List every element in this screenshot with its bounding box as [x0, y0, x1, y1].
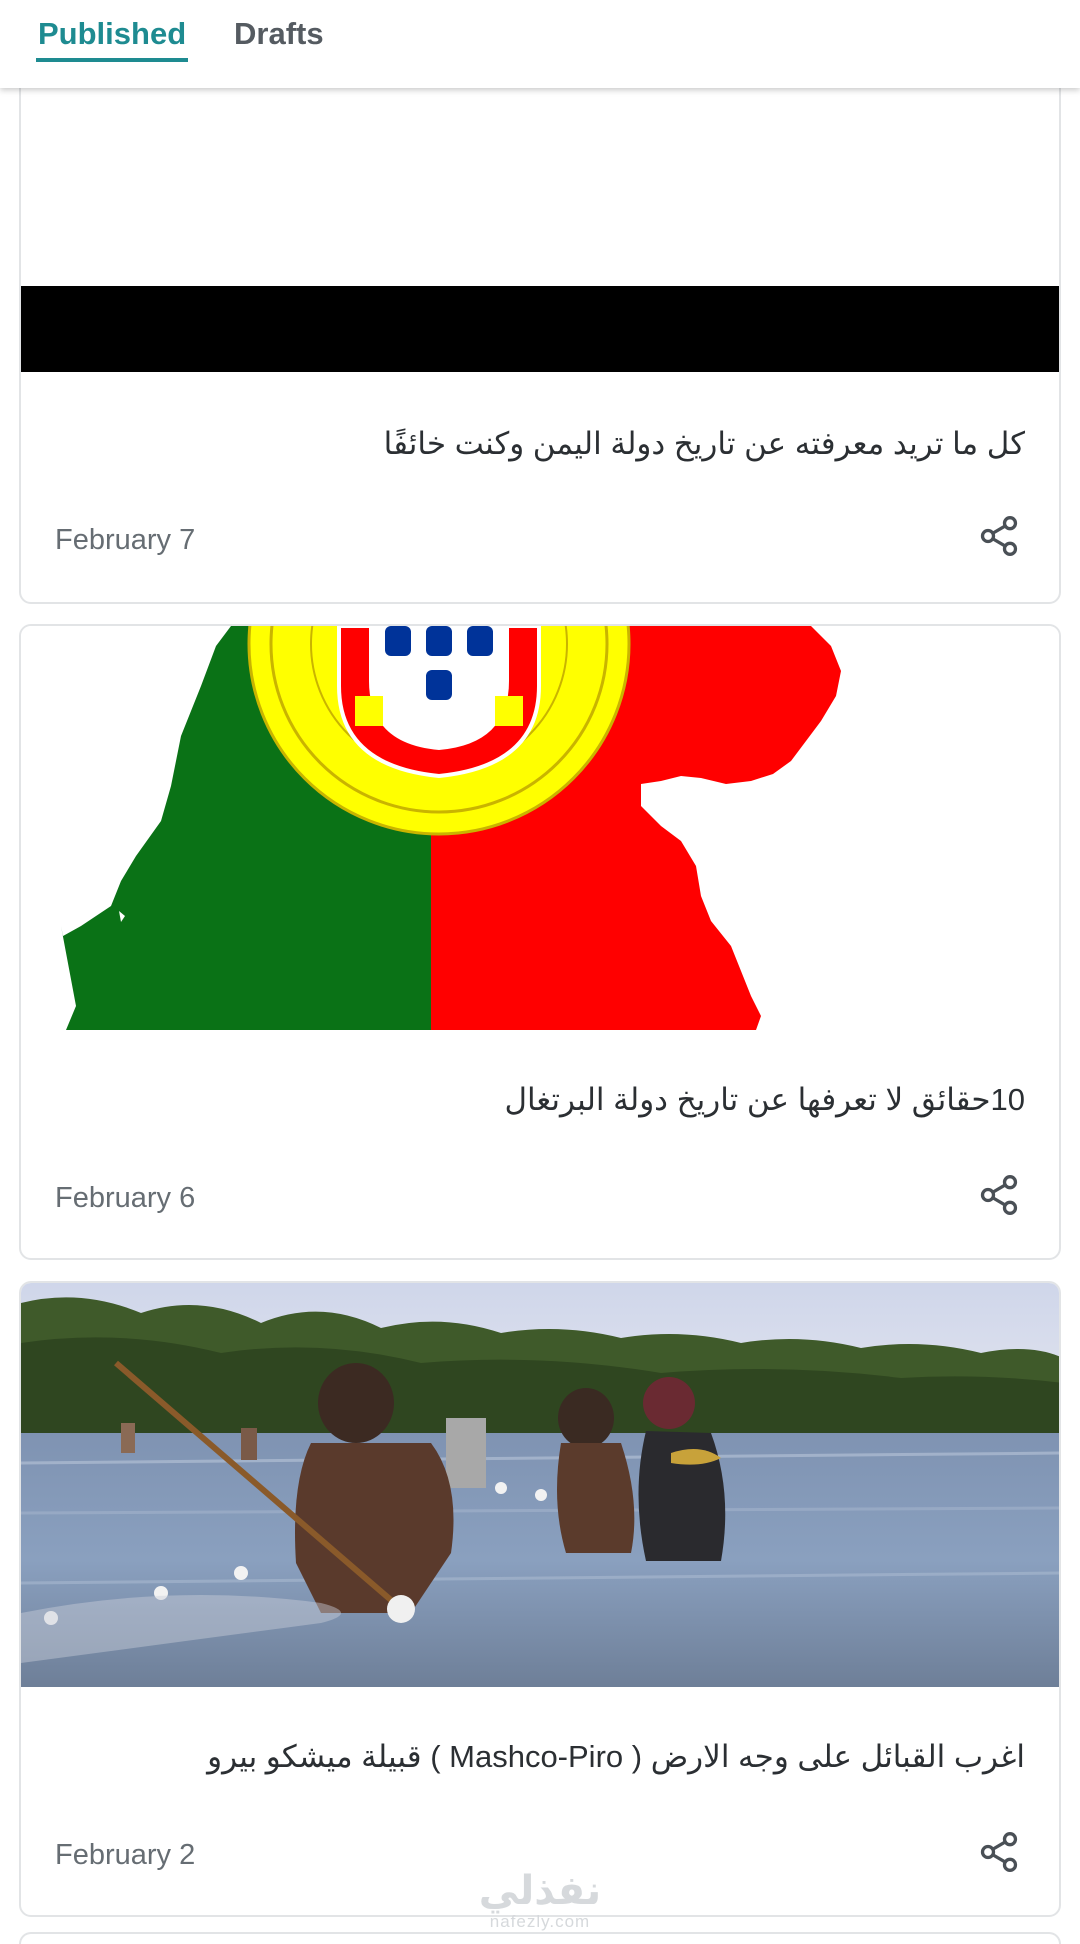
share-button[interactable] [975, 512, 1023, 560]
share-icon [980, 516, 1018, 556]
post-title: 10حقائق لا تعرفها عن تاريخ دولة البرتغال [504, 1082, 1025, 1117]
yemen-flag-image [21, 72, 1059, 372]
tab-bar: Published Drafts [0, 0, 1080, 88]
post-title: اغرب القبائل على وجه الارض ( Mashco-Piro… [207, 1739, 1025, 1774]
post-image [21, 1283, 1059, 1687]
post-image [21, 72, 1059, 372]
tab-published[interactable]: Published [36, 14, 189, 62]
next-post-card-edge [19, 1932, 1061, 1944]
post-card[interactable]: اغرب القبائل على وجه الارض ( Mashco-Piro… [19, 1281, 1061, 1917]
portugal-flag-map-image [61, 626, 841, 1030]
share-button[interactable] [975, 1828, 1023, 1876]
watermark-arabic: نفذلي [478, 1869, 602, 1913]
share-icon [980, 1175, 1018, 1215]
post-date: February 7 [55, 524, 196, 556]
share-button[interactable] [975, 1171, 1023, 1219]
post-date: February 6 [55, 1182, 196, 1214]
post-title: كل ما تريد معرفته عن تاريخ دولة اليمن وك… [383, 426, 1025, 461]
watermark-latin: nafezly.com [489, 1912, 591, 1931]
post-card[interactable]: كل ما تريد معرفته عن تاريخ دولة اليمن وك… [19, 70, 1061, 604]
post-image [21, 626, 1059, 1030]
post-card[interactable]: 10حقائق لا تعرفها عن تاريخ دولة البرتغال… [19, 624, 1061, 1260]
tab-drafts[interactable]: Drafts [232, 14, 326, 62]
watermark: نفذلي nafezly.com [470, 1870, 610, 1932]
share-icon [980, 1832, 1018, 1872]
river-fishing-photo [21, 1283, 1059, 1687]
post-date: February 2 [55, 1839, 196, 1871]
